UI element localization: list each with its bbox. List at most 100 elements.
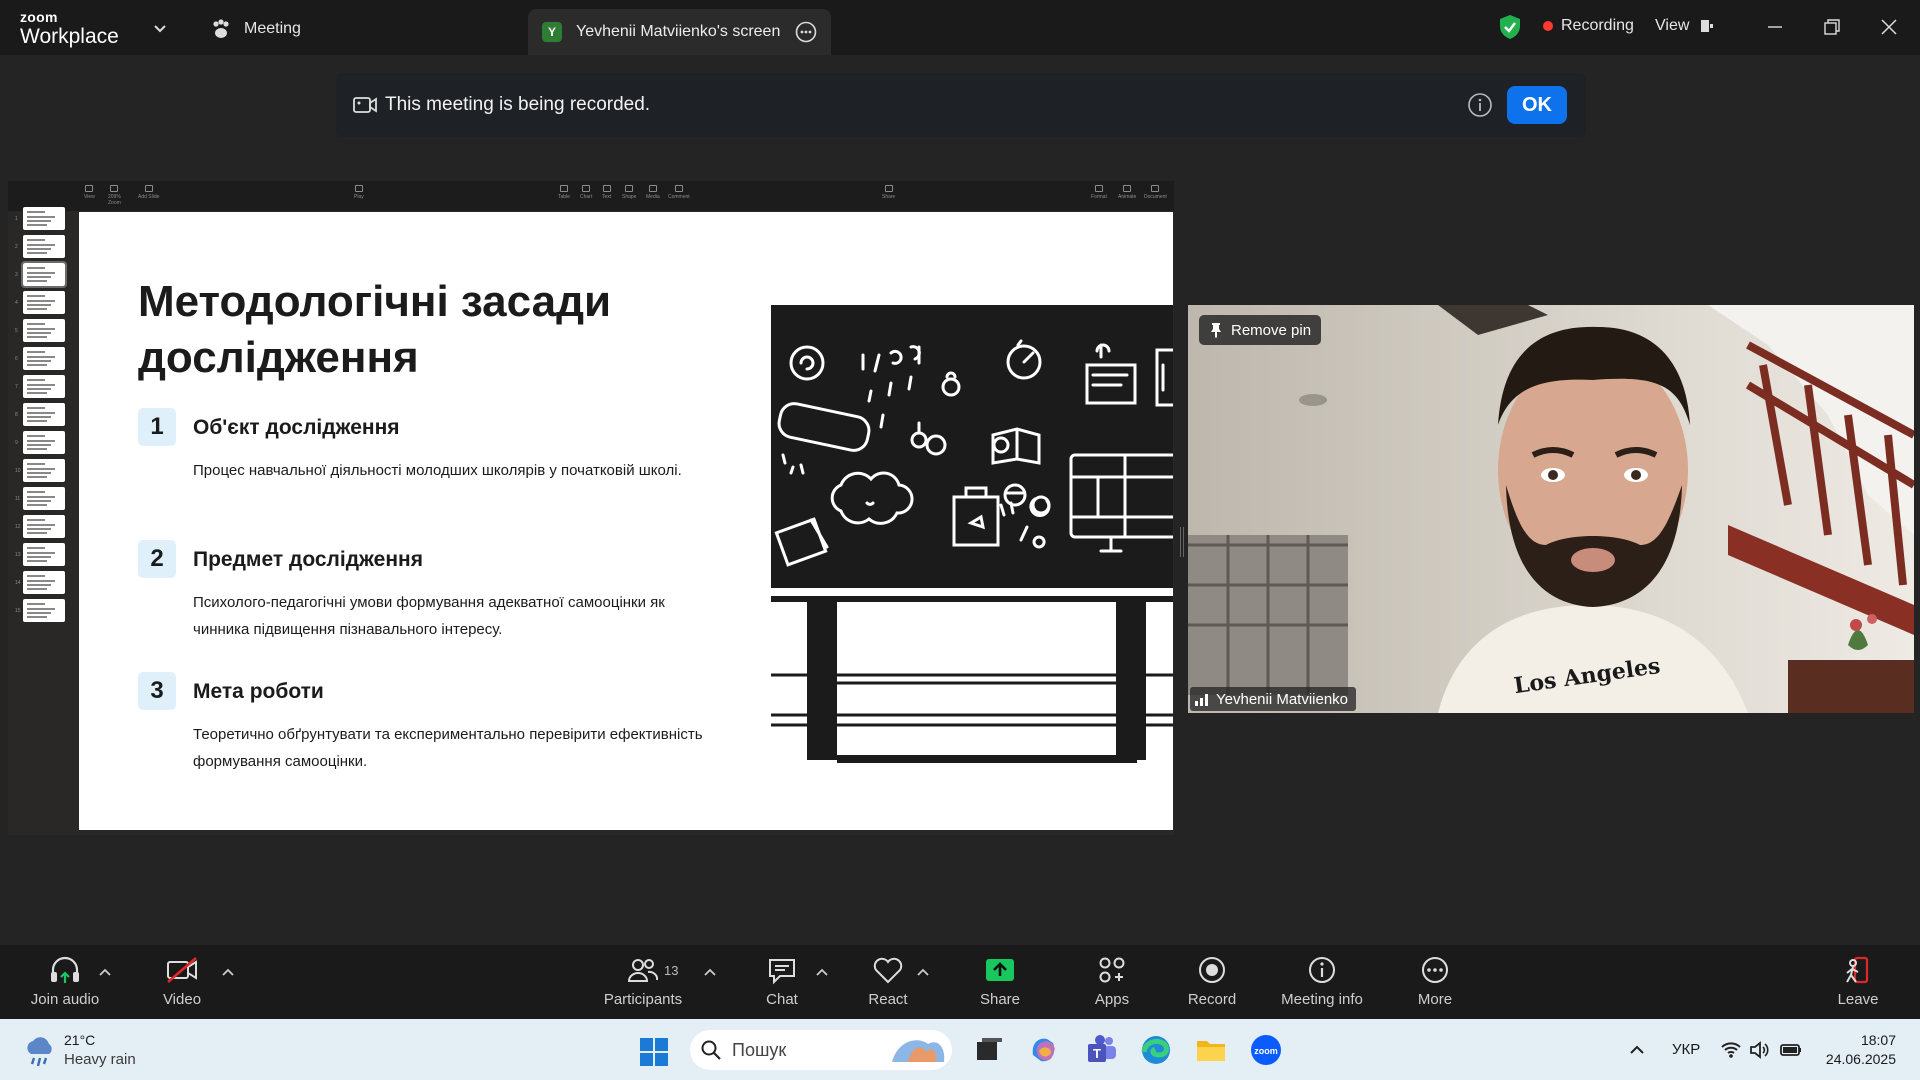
video-frame: Los Angeles xyxy=(1188,305,1914,713)
banner-message: This meeting is being recorded. xyxy=(385,94,651,115)
record-button[interactable]: Record xyxy=(1157,955,1267,1008)
paw-icon xyxy=(213,19,229,38)
zoom-app-icon[interactable]: zoom xyxy=(1249,1033,1283,1067)
weather-widget[interactable]: 21°C Heavy rain xyxy=(22,1032,172,1072)
chevron-up-icon[interactable] xyxy=(703,967,717,977)
slide-thumbnail[interactable] xyxy=(23,459,65,482)
search-icon xyxy=(701,1040,721,1060)
participants-button[interactable]: Participants xyxy=(588,955,698,1008)
more-icon[interactable] xyxy=(795,21,817,43)
clock-date: 24.06.2025 xyxy=(1825,1051,1896,1067)
view-layout-icon xyxy=(1701,20,1714,32)
item-number: 3 xyxy=(138,672,176,710)
meeting-tab[interactable]: Meeting xyxy=(210,16,301,42)
slide-thumbnail[interactable] xyxy=(23,543,65,566)
slide-thumbnail[interactable] xyxy=(23,515,65,538)
remove-pin-button[interactable]: Remove pin xyxy=(1199,315,1322,345)
slide-thumbnail-number: 11 xyxy=(15,496,21,502)
ktool-zoom: 209% Zoom xyxy=(108,185,121,206)
chevron-down-icon[interactable] xyxy=(152,20,168,36)
battery-icon[interactable] xyxy=(1779,1040,1803,1060)
slide-thumbnail[interactable] xyxy=(23,571,65,594)
minimize-icon[interactable] xyxy=(1763,15,1787,39)
search-highlight-icon xyxy=(892,1040,945,1062)
resize-handle[interactable] xyxy=(1180,527,1184,557)
join-audio-button[interactable]: Join audio xyxy=(10,955,120,1008)
apps-label: Apps xyxy=(1094,991,1130,1008)
more-button[interactable]: More xyxy=(1380,955,1490,1008)
share-button[interactable]: Share xyxy=(945,955,1055,1008)
taskbar-search[interactable]: Пошук xyxy=(690,1030,952,1070)
video-camera-icon xyxy=(353,97,377,113)
slide-thumbnail[interactable] xyxy=(23,347,65,370)
recording-dot-icon xyxy=(1543,21,1553,31)
chevron-up-icon[interactable] xyxy=(916,967,930,977)
svg-text:T: T xyxy=(1093,1046,1101,1061)
slide-thumbnail[interactable] xyxy=(23,599,65,622)
slide-thumbnail-number: 9 xyxy=(15,440,18,446)
task-view-icon[interactable] xyxy=(972,1033,1006,1067)
recording-indicator[interactable]: Recording xyxy=(1543,17,1634,35)
slide-thumbnail[interactable] xyxy=(23,375,65,398)
temperature: 21°C xyxy=(64,1032,96,1048)
ktool-comment: Comment xyxy=(668,185,690,200)
chevron-up-icon[interactable] xyxy=(98,967,112,977)
volume-icon[interactable] xyxy=(1749,1040,1771,1060)
slide-thumbnail[interactable] xyxy=(23,235,65,258)
view-button[interactable]: View xyxy=(1655,17,1715,35)
shield-check-icon[interactable] xyxy=(1498,14,1522,40)
ktool-chart: Chart xyxy=(580,185,592,200)
item-description: Процес навчальної діяльності молодших шк… xyxy=(193,462,682,479)
signal-bars-icon xyxy=(1195,694,1208,706)
wifi-icon[interactable] xyxy=(1720,1040,1742,1060)
screen-share-tab[interactable]: Y Yevhenii Matviienko's screen xyxy=(528,9,831,55)
item-title: Предмет дослідження xyxy=(193,548,423,571)
apps-button[interactable]: Apps xyxy=(1057,955,1167,1008)
meeting-info-button[interactable]: Meeting info xyxy=(1267,955,1377,1008)
brand-bottom: Workplace xyxy=(20,25,119,48)
slide-thumbnail-number: 6 xyxy=(15,356,18,362)
meeting-toolbar: Join audio Video Participants 13 Chat Re… xyxy=(0,945,1920,1019)
windows-start-icon[interactable] xyxy=(639,1037,669,1067)
restore-icon[interactable] xyxy=(1820,15,1844,39)
slide-thumbnail[interactable] xyxy=(23,319,65,342)
leave-button[interactable]: Leave xyxy=(1803,955,1913,1008)
chevron-up-icon[interactable] xyxy=(815,967,829,977)
file-explorer-icon[interactable] xyxy=(1194,1033,1228,1067)
video-button[interactable]: Video xyxy=(127,955,237,1008)
ktool-animate: Animate xyxy=(1118,185,1136,200)
slide-canvas: Методологічні засади дослідження 1 Об'єк… xyxy=(79,212,1173,830)
pin-icon xyxy=(1211,323,1221,338)
chalkboard-illustration xyxy=(771,305,1173,763)
chat-label: Chat xyxy=(766,991,798,1008)
slide-thumbnail[interactable] xyxy=(23,487,65,510)
recording-banner: This meeting is being recorded. OK xyxy=(336,73,1586,137)
apps-icon xyxy=(1099,957,1125,983)
ktool-view: View xyxy=(84,185,95,200)
avatar: Y xyxy=(542,22,562,42)
share-label: Share xyxy=(979,991,1021,1008)
participant-video[interactable]: Los Angeles Remove pin Yevhenii Matviien… xyxy=(1188,305,1914,713)
chat-button[interactable]: Chat xyxy=(727,955,837,1008)
slide-thumbnail[interactable] xyxy=(23,403,65,426)
chevron-up-icon[interactable] xyxy=(1628,1041,1646,1059)
slide-thumbnail[interactable] xyxy=(23,207,65,230)
slide-thumbnail[interactable] xyxy=(23,431,65,454)
system-clock[interactable]: 18:07 24.06.2025 xyxy=(1816,1031,1896,1069)
teams-icon[interactable]: T xyxy=(1085,1033,1119,1067)
chevron-up-icon[interactable] xyxy=(221,967,235,977)
slide-thumbnail-number: 14 xyxy=(15,580,21,586)
clock-time: 18:07 xyxy=(1860,1032,1896,1048)
slide-thumbnail-number: 7 xyxy=(15,384,18,390)
close-icon[interactable] xyxy=(1877,15,1901,39)
screen-tab-label: Yevhenii Matviienko's screen xyxy=(576,23,781,40)
slide-thumbnail[interactable] xyxy=(23,291,65,314)
react-button[interactable]: React xyxy=(833,955,943,1008)
ok-button[interactable]: OK xyxy=(1507,86,1567,124)
info-icon[interactable] xyxy=(1467,92,1493,118)
edge-browser-icon[interactable] xyxy=(1139,1033,1173,1067)
slide-thumbnail[interactable] xyxy=(21,261,67,288)
copilot-icon[interactable] xyxy=(1027,1033,1061,1067)
meeting-info-label: Meeting info xyxy=(1281,991,1363,1008)
language-indicator[interactable]: УКР xyxy=(1672,1019,1700,1080)
